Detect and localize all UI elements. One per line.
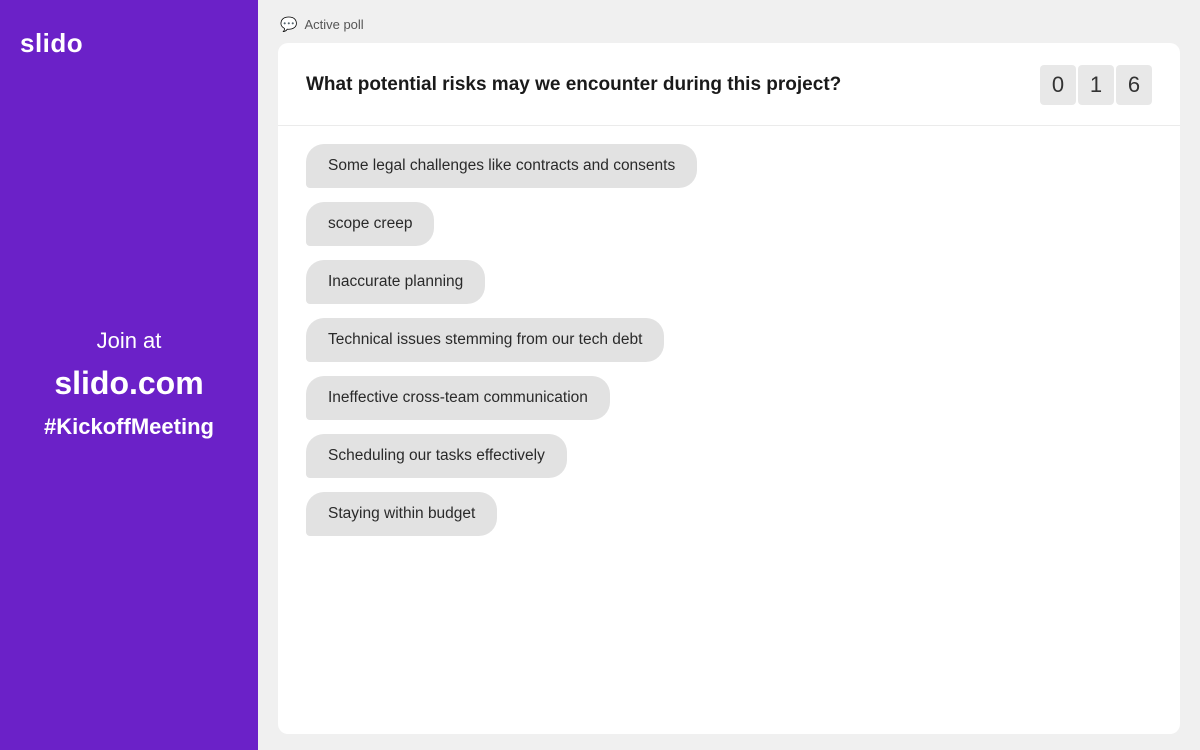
counter-digit-0: 0 bbox=[1040, 65, 1076, 105]
join-at-label: Join at bbox=[44, 326, 214, 357]
main-content: 💬 Active poll What potential risks may w… bbox=[258, 0, 1200, 750]
list-item: scope creep bbox=[306, 202, 434, 246]
responses-list: Some legal challenges like contracts and… bbox=[278, 126, 1180, 734]
active-poll-bar: 💬 Active poll bbox=[278, 16, 1180, 33]
slido-logo: slido bbox=[20, 28, 83, 59]
active-poll-label: Active poll bbox=[304, 17, 363, 32]
list-item: Some legal challenges like contracts and… bbox=[306, 144, 697, 188]
join-url: slido.com bbox=[44, 361, 214, 406]
poll-question-header: What potential risks may we encounter du… bbox=[278, 43, 1180, 126]
list-item: Inaccurate planning bbox=[306, 260, 485, 304]
list-item: Ineffective cross-team communication bbox=[306, 376, 610, 420]
list-item: Technical issues stemming from our tech … bbox=[306, 318, 664, 362]
counter-digit-2: 6 bbox=[1116, 65, 1152, 105]
list-item: Staying within budget bbox=[306, 492, 497, 536]
sidebar: slido Join at slido.com #KickoffMeeting bbox=[0, 0, 258, 750]
join-info: Join at slido.com #KickoffMeeting bbox=[44, 326, 214, 442]
counter-digit-1: 1 bbox=[1078, 65, 1114, 105]
poll-card: What potential risks may we encounter du… bbox=[278, 43, 1180, 734]
hashtag-label: #KickoffMeeting bbox=[44, 412, 214, 443]
poll-counter: 0 1 6 bbox=[1040, 65, 1152, 105]
poll-icon: 💬 bbox=[280, 16, 297, 33]
poll-question: What potential risks may we encounter du… bbox=[306, 74, 1020, 96]
list-item: Scheduling our tasks effectively bbox=[306, 434, 567, 478]
